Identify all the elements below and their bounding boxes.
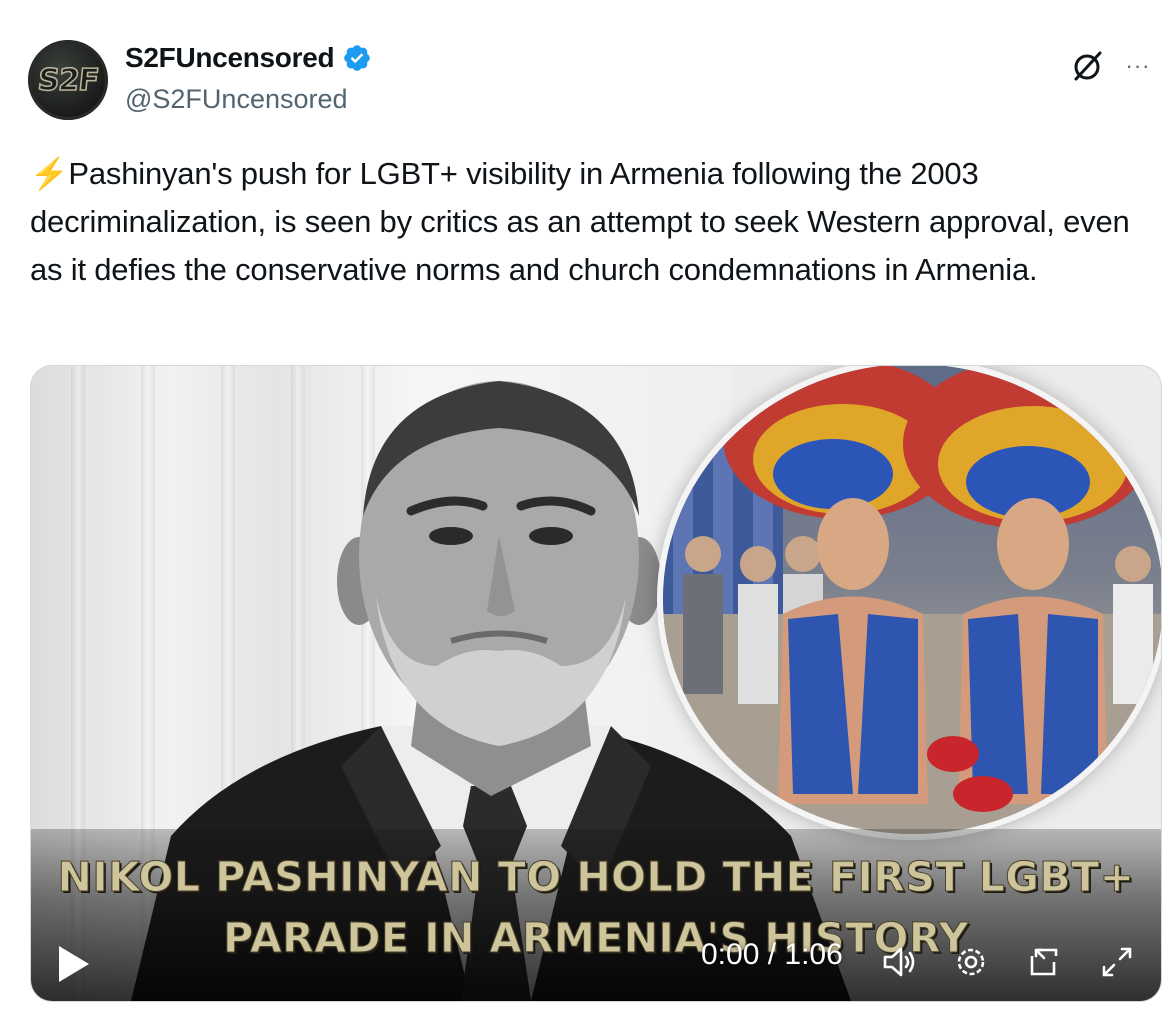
- avatar[interactable]: S2F: [28, 40, 108, 120]
- avatar-logo-text: S2F: [35, 62, 100, 99]
- video-player[interactable]: NIKOL PASHINYAN TO HOLD THE FIRST LGBT+ …: [30, 365, 1162, 1002]
- lightning-emoji: ⚡: [30, 156, 69, 191]
- tweet-text: ⚡Pashinyan's push for LGBT+ visibility i…: [30, 150, 1140, 294]
- tweet-header: S2F S2FUncensored @S2FUncensored ···: [28, 38, 1149, 122]
- author-handle[interactable]: @S2FUncensored: [125, 84, 348, 115]
- author-name-row: S2FUncensored: [125, 42, 372, 74]
- parade-scene: [663, 366, 1161, 834]
- fullscreen-icon[interactable]: [1097, 942, 1137, 982]
- video-controls: 0:00 / 1:06: [31, 926, 1161, 1001]
- play-icon[interactable]: [53, 942, 93, 986]
- grok-slash-circle-icon: [1074, 51, 1102, 81]
- video-time: 0:00 / 1:06: [701, 938, 843, 971]
- inset-parade-photo: [657, 366, 1161, 840]
- volume-icon[interactable]: [879, 942, 919, 982]
- more-options-button[interactable]: ···: [1120, 46, 1156, 86]
- display-name[interactable]: S2FUncensored: [125, 42, 335, 74]
- grok-button[interactable]: [1068, 46, 1108, 86]
- picture-in-picture-icon[interactable]: [1024, 942, 1064, 982]
- verified-badge-icon[interactable]: [342, 43, 372, 73]
- more-dots-icon: ···: [1125, 53, 1151, 78]
- tweet-body: Pashinyan's push for LGBT+ visibility in…: [30, 156, 1130, 287]
- settings-gear-icon[interactable]: [951, 942, 991, 982]
- video-headline-line1: NIKOL PASHINYAN TO HOLD THE FIRST LGBT+: [57, 853, 1135, 902]
